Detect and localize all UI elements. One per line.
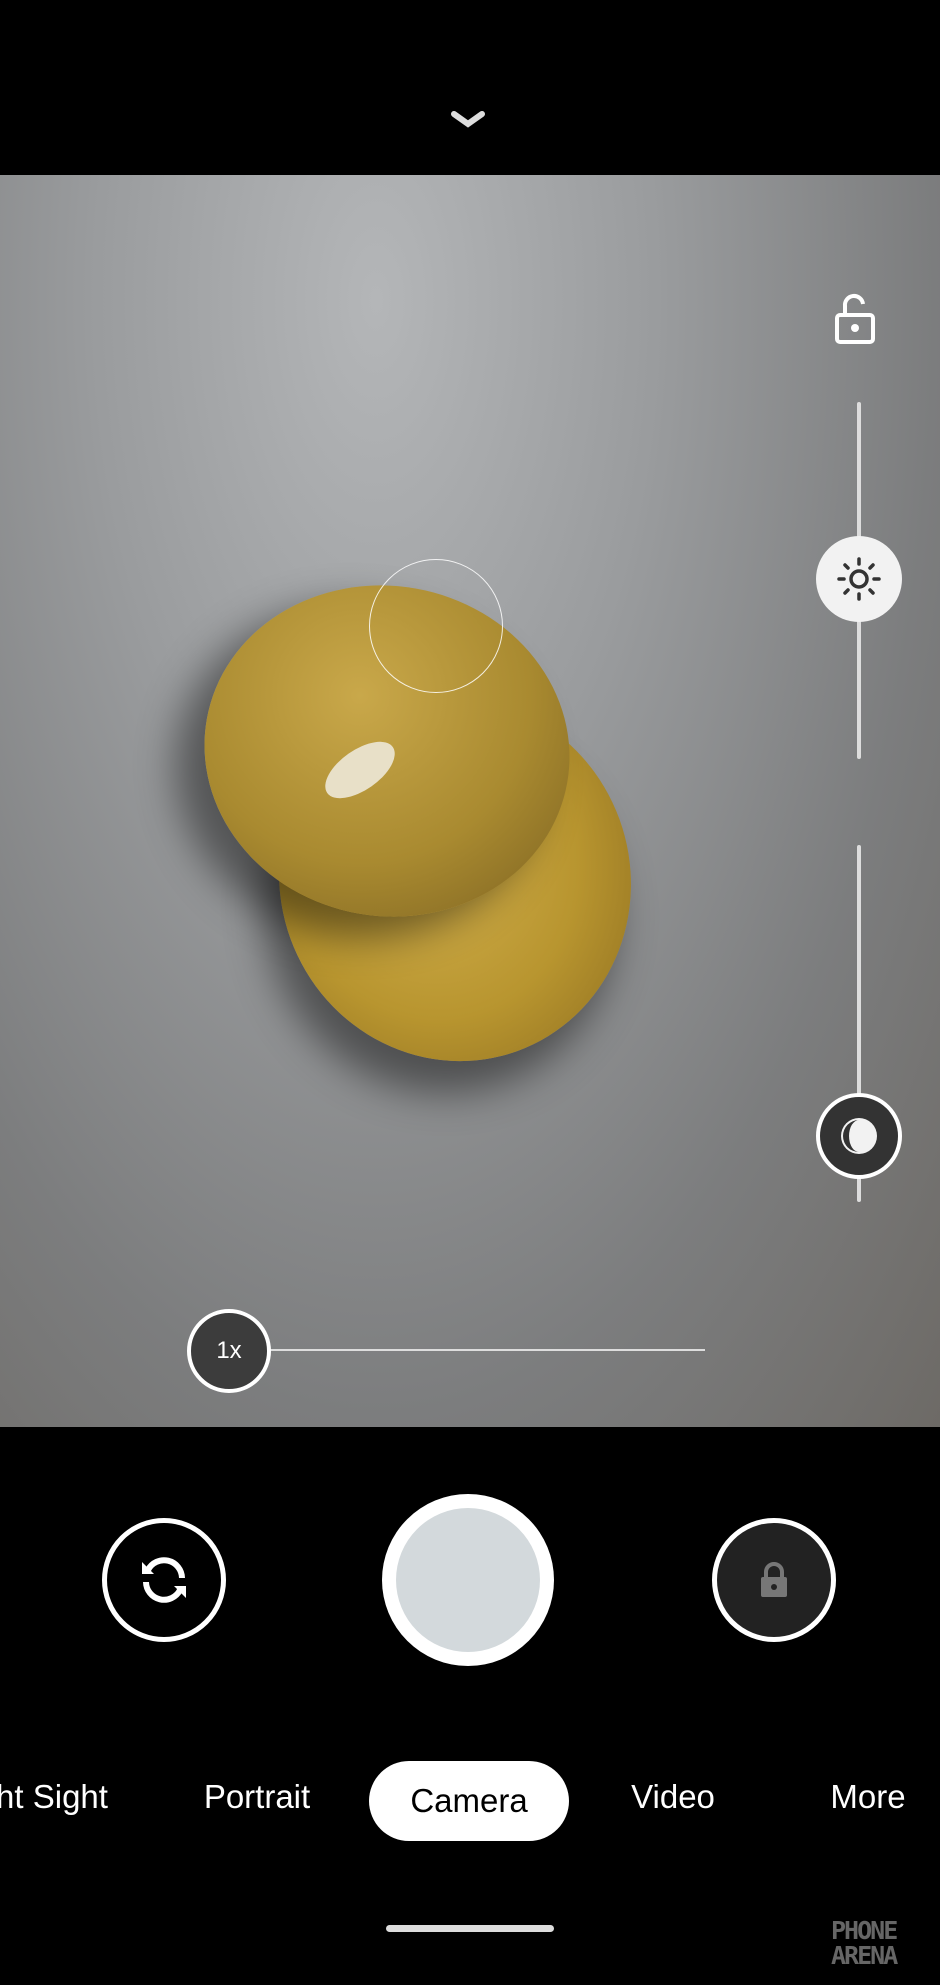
mode-more[interactable]: More xyxy=(830,1778,905,1816)
lock-button[interactable] xyxy=(712,1518,836,1642)
watermark-logo: PHONE ARENA xyxy=(831,1916,898,1970)
shutter-inner xyxy=(396,1508,540,1652)
zoom-slider-thumb[interactable]: 1x xyxy=(187,1309,271,1393)
mode-video[interactable]: Video xyxy=(631,1778,715,1816)
focus-ring xyxy=(369,559,503,693)
zoom-label: 1x xyxy=(216,1337,242,1364)
chevron-down-icon[interactable] xyxy=(450,110,486,130)
unlock-icon[interactable] xyxy=(834,293,876,345)
sun-icon xyxy=(837,557,881,601)
mode-camera[interactable]: Camera xyxy=(369,1761,569,1841)
zoom-slider-track[interactable] xyxy=(250,1349,705,1351)
mode-camera-label: Camera xyxy=(410,1782,528,1819)
contrast-icon xyxy=(841,1118,877,1154)
contrast-slider-thumb[interactable] xyxy=(816,1093,902,1179)
mode-night-sight[interactable]: ht Sight xyxy=(0,1778,108,1816)
home-indicator[interactable] xyxy=(386,1925,554,1932)
lock-icon xyxy=(761,1562,787,1597)
camera-switch-icon xyxy=(142,1557,186,1603)
exposure-slider-thumb[interactable] xyxy=(816,536,902,622)
shutter-button[interactable] xyxy=(382,1494,554,1666)
mode-portrait[interactable]: Portrait xyxy=(204,1778,310,1816)
viewfinder[interactable]: 1x xyxy=(0,175,940,1427)
switch-camera-button[interactable] xyxy=(102,1518,226,1642)
